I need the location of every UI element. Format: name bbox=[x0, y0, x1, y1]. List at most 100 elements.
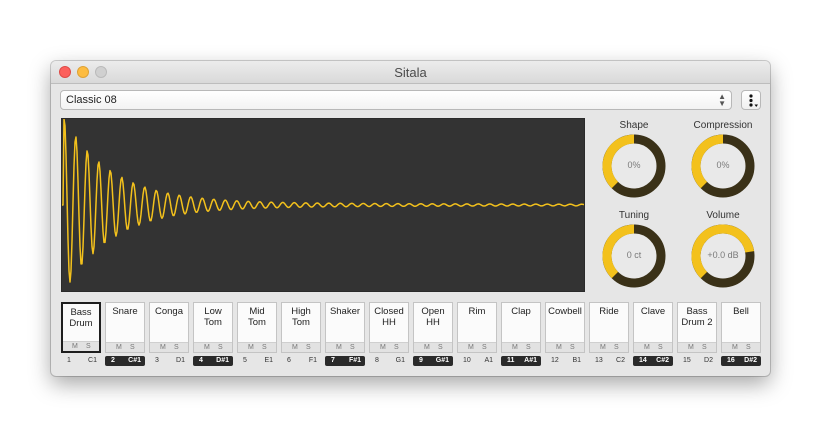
mute-button[interactable]: M bbox=[732, 343, 738, 352]
solo-button[interactable]: S bbox=[746, 343, 751, 352]
pad-note-assignment[interactable]: 7 F#1 bbox=[325, 356, 365, 366]
pad-note-assignment[interactable]: 11 A#1 bbox=[501, 356, 541, 366]
solo-button[interactable]: S bbox=[350, 343, 355, 352]
mute-button[interactable]: M bbox=[512, 343, 518, 352]
mute-button[interactable]: M bbox=[116, 343, 122, 352]
mute-button[interactable]: M bbox=[468, 343, 474, 352]
solo-button[interactable]: S bbox=[394, 343, 399, 352]
pad-6[interactable]: High Tom M S bbox=[281, 302, 321, 353]
pad-8[interactable]: Closed HH M S bbox=[369, 302, 409, 353]
knob-volume[interactable]: Volume +0.0 dB bbox=[683, 210, 763, 298]
pad-note: D2 bbox=[704, 357, 713, 364]
pad-11[interactable]: Clap M S bbox=[501, 302, 541, 353]
pad-note-assignment[interactable]: 13 C2 bbox=[589, 356, 629, 366]
pad-note-assignment[interactable]: 12 B1 bbox=[545, 356, 585, 366]
waveform-display bbox=[61, 118, 585, 292]
solo-button[interactable]: S bbox=[86, 342, 91, 351]
mute-button[interactable]: M bbox=[160, 343, 166, 352]
pad-note-assignment[interactable]: 3 D1 bbox=[149, 356, 189, 366]
pad-14[interactable]: Clave M S bbox=[633, 302, 673, 353]
pad-note: D1 bbox=[176, 357, 185, 364]
solo-button[interactable]: S bbox=[130, 343, 135, 352]
pad-2[interactable]: Snare M S bbox=[105, 302, 145, 353]
solo-button[interactable]: S bbox=[702, 343, 707, 352]
pad-mute-solo: MS bbox=[326, 342, 364, 352]
pad-12[interactable]: Cowbell M S bbox=[545, 302, 585, 353]
pad-note: D#1 bbox=[216, 357, 229, 364]
pad-mute-solo: MS bbox=[722, 342, 760, 352]
knob-value: 0 ct bbox=[626, 250, 642, 260]
pad-10[interactable]: Rim M S bbox=[457, 302, 497, 353]
solo-button[interactable]: S bbox=[658, 343, 663, 352]
pad-9[interactable]: Open HH M S bbox=[413, 302, 453, 353]
knob-compression[interactable]: Compression 0% bbox=[683, 120, 763, 208]
pad-note: C1 bbox=[88, 357, 97, 364]
pad-note: G1 bbox=[395, 357, 405, 364]
mute-button[interactable]: M bbox=[644, 343, 650, 352]
pad-note-assignment[interactable]: 1 C1 bbox=[61, 356, 101, 366]
pad-note-assignment[interactable]: 4 D#1 bbox=[193, 356, 233, 366]
pad-label: High Tom bbox=[291, 306, 311, 328]
pad-number: 5 bbox=[243, 357, 247, 364]
pad-number: 1 bbox=[67, 357, 71, 364]
knob-label: Shape bbox=[619, 120, 649, 131]
pad-note-assignment[interactable]: 6 F1 bbox=[281, 356, 321, 366]
title-bar[interactable]: Sitala bbox=[51, 61, 770, 84]
pad-mute-solo: MS bbox=[502, 342, 540, 352]
solo-button[interactable]: S bbox=[570, 343, 575, 352]
solo-button[interactable]: S bbox=[218, 343, 223, 352]
pad-15[interactable]: Bass Drum 2 MS bbox=[677, 302, 717, 353]
mute-button[interactable]: M bbox=[336, 343, 342, 352]
pad-mute-solo: MS bbox=[590, 342, 628, 352]
pad-note-assignment[interactable]: 5 E1 bbox=[237, 356, 277, 366]
solo-button[interactable]: S bbox=[306, 343, 311, 352]
pad-note: C2 bbox=[616, 357, 625, 364]
solo-button[interactable]: S bbox=[262, 343, 267, 352]
pad-3[interactable]: Conga M S bbox=[149, 302, 189, 353]
pad-note: F#1 bbox=[348, 357, 361, 364]
pad-mute-solo: MS bbox=[238, 342, 276, 352]
pad-7[interactable]: Shaker M S bbox=[325, 302, 365, 353]
pad-note-assignment[interactable]: 14 C#2 bbox=[633, 356, 673, 366]
knob-shape[interactable]: Shape 0% bbox=[594, 120, 674, 208]
mute-button[interactable]: M bbox=[248, 343, 254, 352]
pad-mute-solo: MS bbox=[282, 342, 320, 352]
solo-button[interactable]: S bbox=[614, 343, 619, 352]
mute-button[interactable]: M bbox=[556, 343, 562, 352]
pad-note-assignment[interactable]: 15 D2 bbox=[677, 356, 717, 366]
pad-13[interactable]: Ride M S bbox=[589, 302, 629, 353]
options-menu-button[interactable] bbox=[741, 90, 761, 110]
knob-label: Compression bbox=[693, 120, 753, 131]
mute-button[interactable]: M bbox=[380, 343, 386, 352]
solo-button[interactable]: S bbox=[482, 343, 487, 352]
pad-note: G#1 bbox=[435, 357, 449, 364]
knob-value: +0.0 dB bbox=[707, 250, 739, 260]
pad-note: A1 bbox=[484, 357, 493, 364]
mute-button[interactable]: M bbox=[72, 342, 78, 351]
mute-button[interactable]: M bbox=[424, 343, 430, 352]
mute-button[interactable]: M bbox=[600, 343, 606, 352]
solo-button[interactable]: S bbox=[174, 343, 179, 352]
pad-4[interactable]: Low Tom M S bbox=[193, 302, 233, 353]
pad-mute-solo: MS bbox=[458, 342, 496, 352]
pad-note-assignment[interactable]: 16 D#2 bbox=[721, 356, 761, 366]
mute-button[interactable]: M bbox=[292, 343, 298, 352]
pad-note-assignment[interactable]: 9 G#1 bbox=[413, 356, 453, 366]
solo-button[interactable]: S bbox=[526, 343, 531, 352]
pad-5[interactable]: Mid Tom M S bbox=[237, 302, 277, 353]
pad-number: 9 bbox=[419, 357, 423, 364]
pad-note-assignment[interactable]: 10 A1 bbox=[457, 356, 497, 366]
solo-button[interactable]: S bbox=[438, 343, 443, 352]
preset-selector[interactable]: Classic 08 ▲ ▼ bbox=[60, 90, 732, 110]
pad-number: 12 bbox=[551, 357, 559, 364]
pad-mute-solo: MS bbox=[546, 342, 584, 352]
mute-button[interactable]: M bbox=[204, 343, 210, 352]
pad-note-assignment[interactable]: 8 G1 bbox=[369, 356, 409, 366]
pad-16[interactable]: Bell M S bbox=[721, 302, 761, 353]
knob-tuning[interactable]: Tuning 0 ct bbox=[594, 210, 674, 298]
pad-note: D#2 bbox=[744, 357, 757, 364]
pad-1[interactable]: Bass Drum M S bbox=[61, 302, 101, 353]
pad-note-assignment[interactable]: 2 C#1 bbox=[105, 356, 145, 366]
waveform-line bbox=[62, 118, 585, 283]
mute-button[interactable]: M bbox=[688, 343, 694, 352]
